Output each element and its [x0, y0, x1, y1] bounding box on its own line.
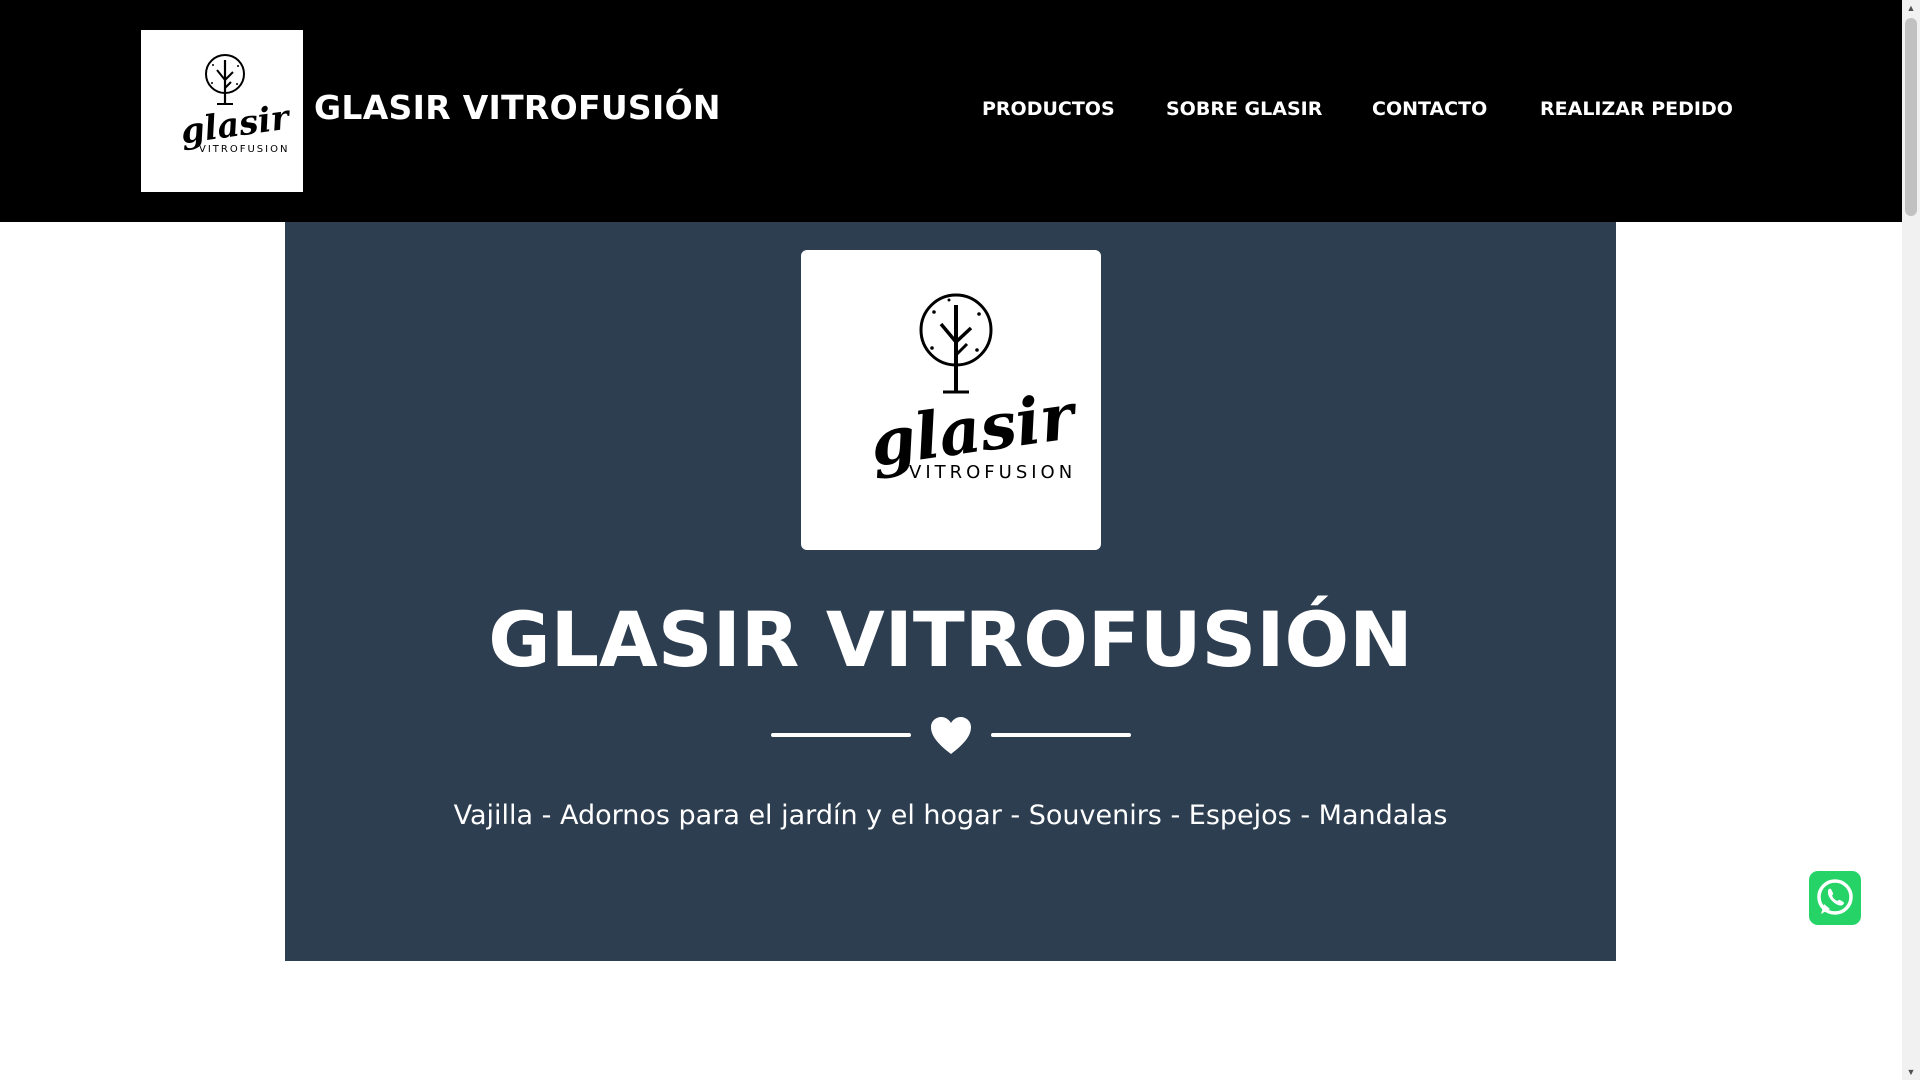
hero-subtitle: Vajilla - Adornos para el jardín y el ho…	[453, 800, 1448, 831]
brand-logo[interactable]: glasir VITROFUSION	[141, 30, 303, 192]
vertical-scrollbar[interactable]: ▲ ▼	[1902, 0, 1920, 1080]
hero-logo-sub-text: VITROFUSION	[909, 462, 1076, 483]
divider-line-right	[991, 733, 1131, 737]
divider-line-left	[771, 733, 911, 737]
heart-icon	[931, 717, 971, 754]
scroll-up-arrow-icon[interactable]: ▲	[1902, 0, 1920, 16]
whatsapp-icon	[1817, 879, 1853, 915]
nav-item-contacto[interactable]: CONTACTO	[1372, 98, 1487, 120]
hero-logo: glasir VITROFUSION	[801, 250, 1101, 550]
nav-item-productos[interactable]: PRODUCTOS	[982, 98, 1115, 120]
hero-section: glasir VITROFUSION GLASIR VITROFUSIÓN Va…	[285, 222, 1616, 961]
scroll-thumb[interactable]	[1905, 18, 1917, 216]
logo-sub-text: VITROFUSION	[199, 144, 289, 155]
whatsapp-button[interactable]	[1809, 871, 1861, 925]
glasir-tree-logo-large: glasir VITROFUSION	[866, 293, 1083, 483]
glasir-tree-logo: glasir VITROFUSION	[178, 54, 293, 155]
brand-title[interactable]: GLASIR VITROFUSIÓN	[314, 88, 721, 127]
top-navbar: glasir VITROFUSION GLASIR VITROFUSIÓN PR…	[0, 0, 1902, 222]
scroll-down-arrow-icon[interactable]: ▼	[1902, 1064, 1920, 1080]
nav-item-realizar-pedido[interactable]: REALIZAR PEDIDO	[1540, 98, 1733, 120]
nav-item-sobre-glasir[interactable]: SOBRE GLASIR	[1166, 98, 1322, 120]
hero-title: GLASIR VITROFUSIÓN	[488, 595, 1413, 684]
